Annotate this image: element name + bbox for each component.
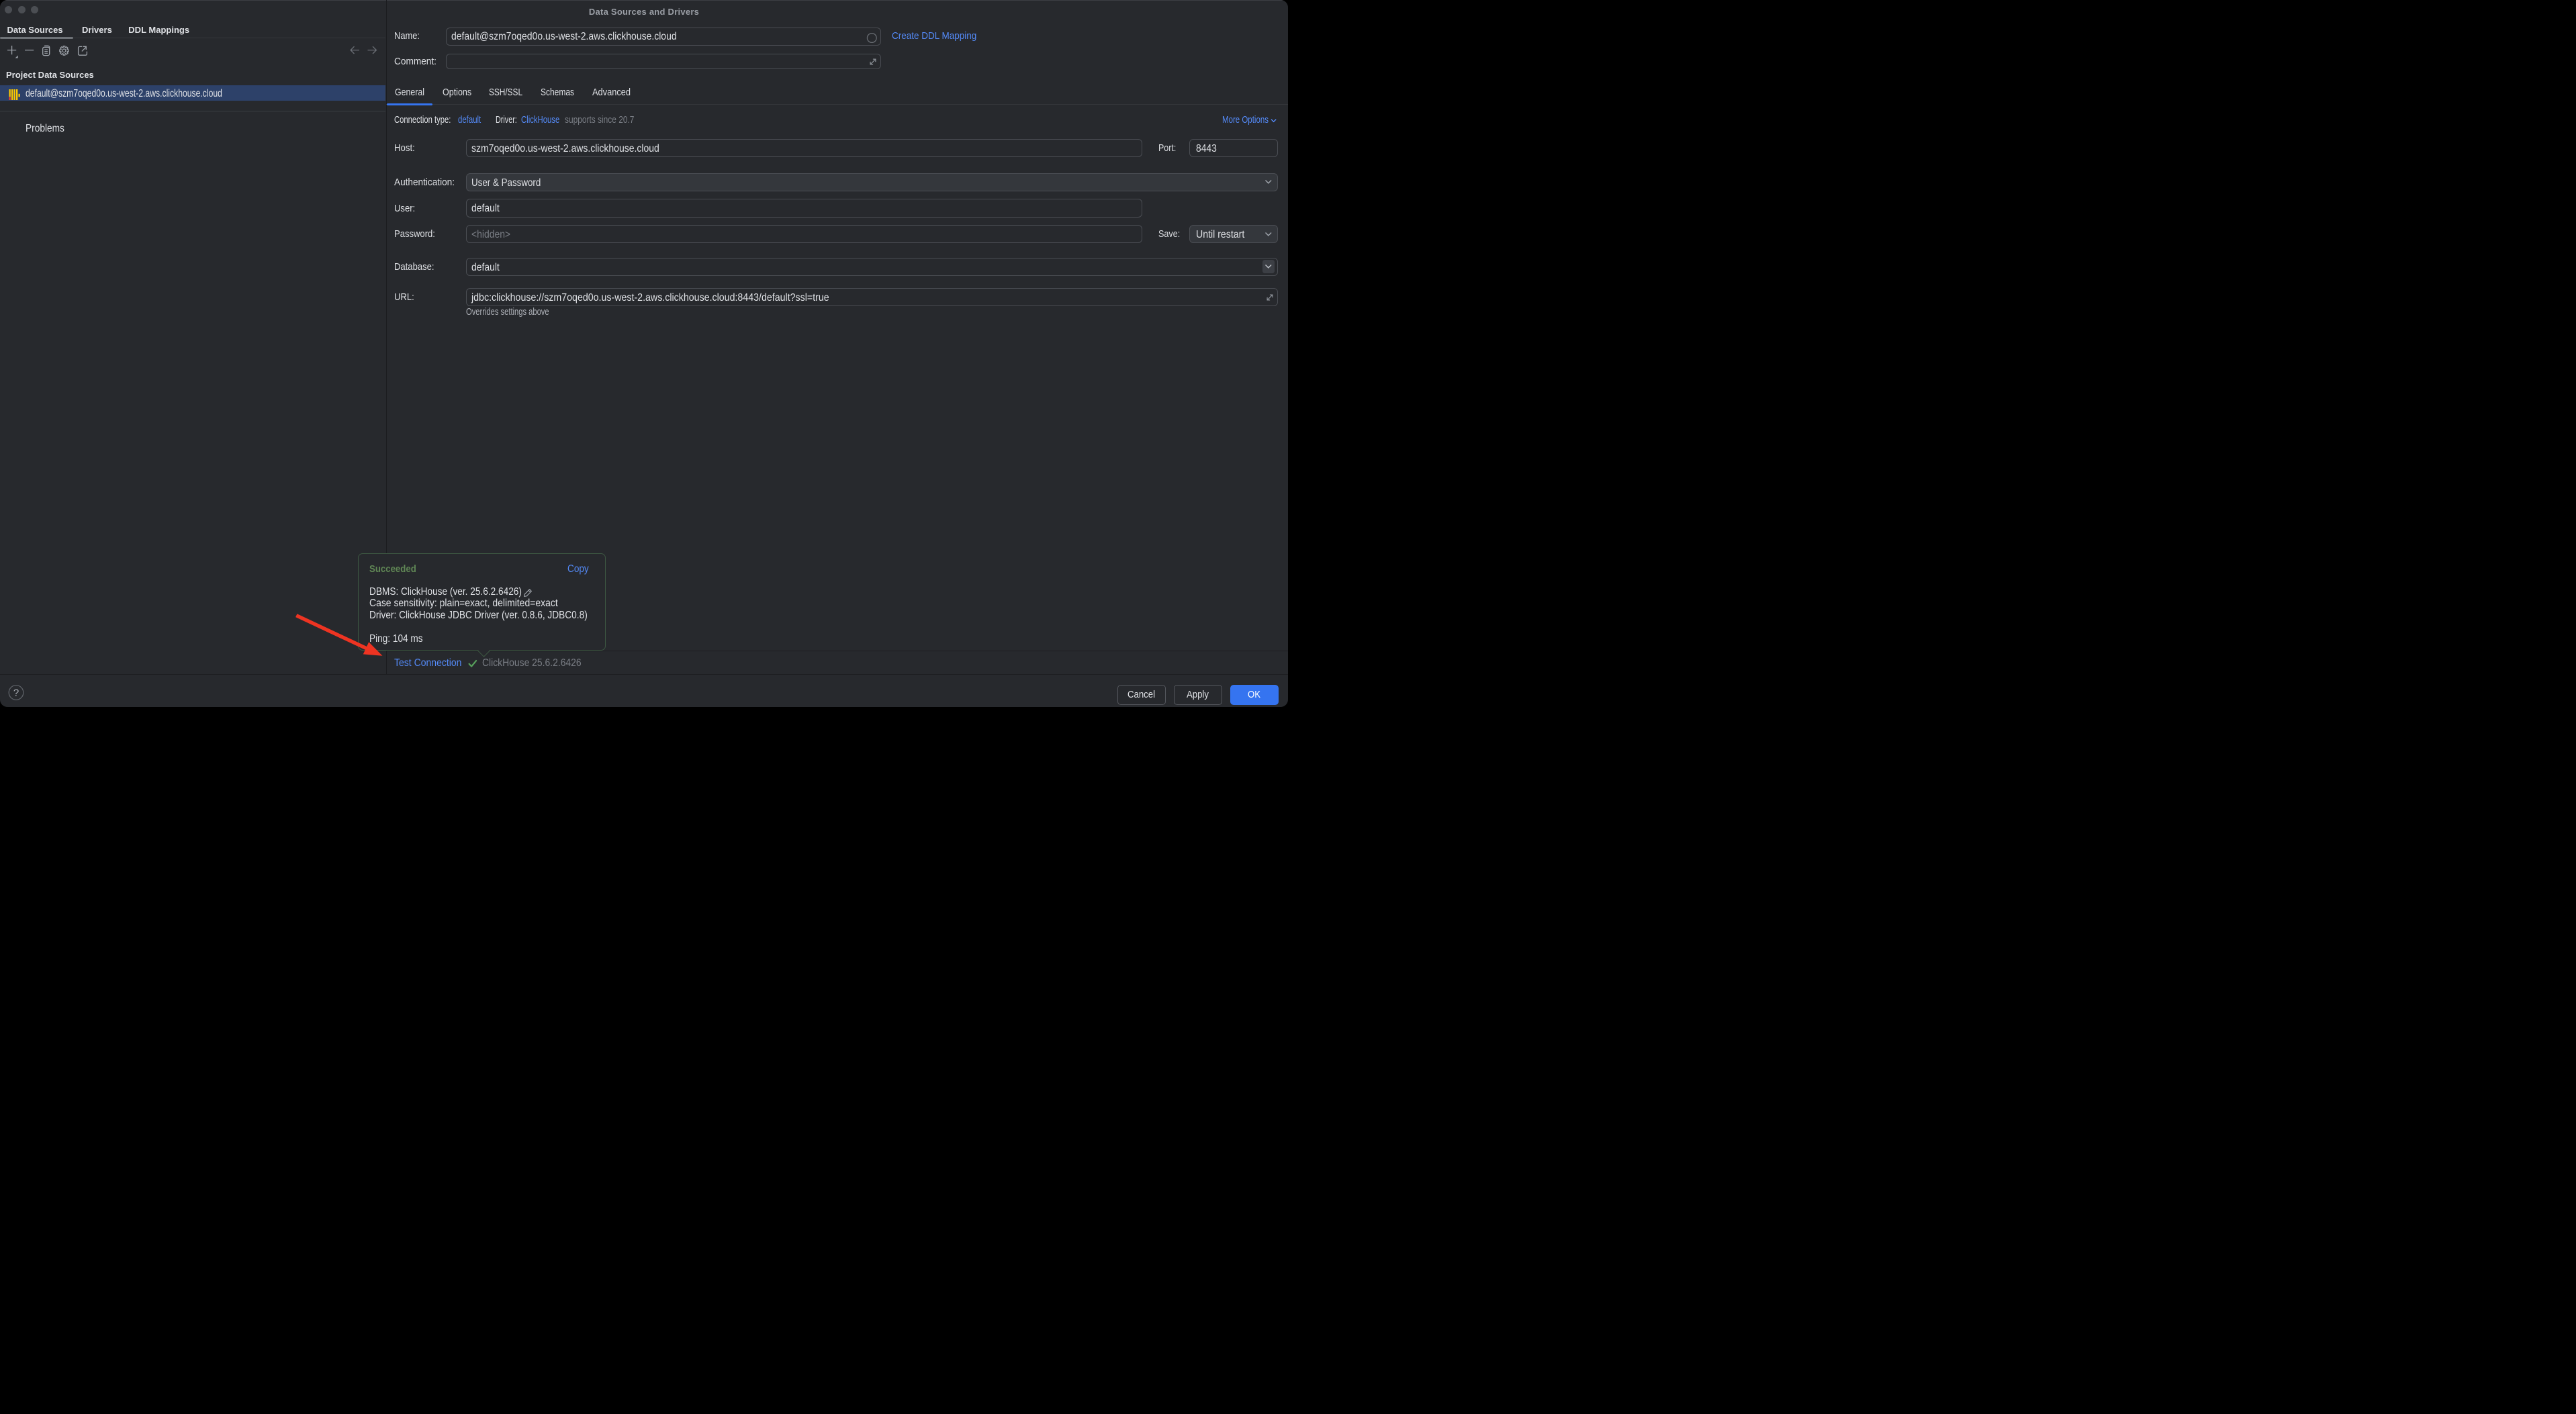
svg-text:?: ? xyxy=(13,688,19,699)
